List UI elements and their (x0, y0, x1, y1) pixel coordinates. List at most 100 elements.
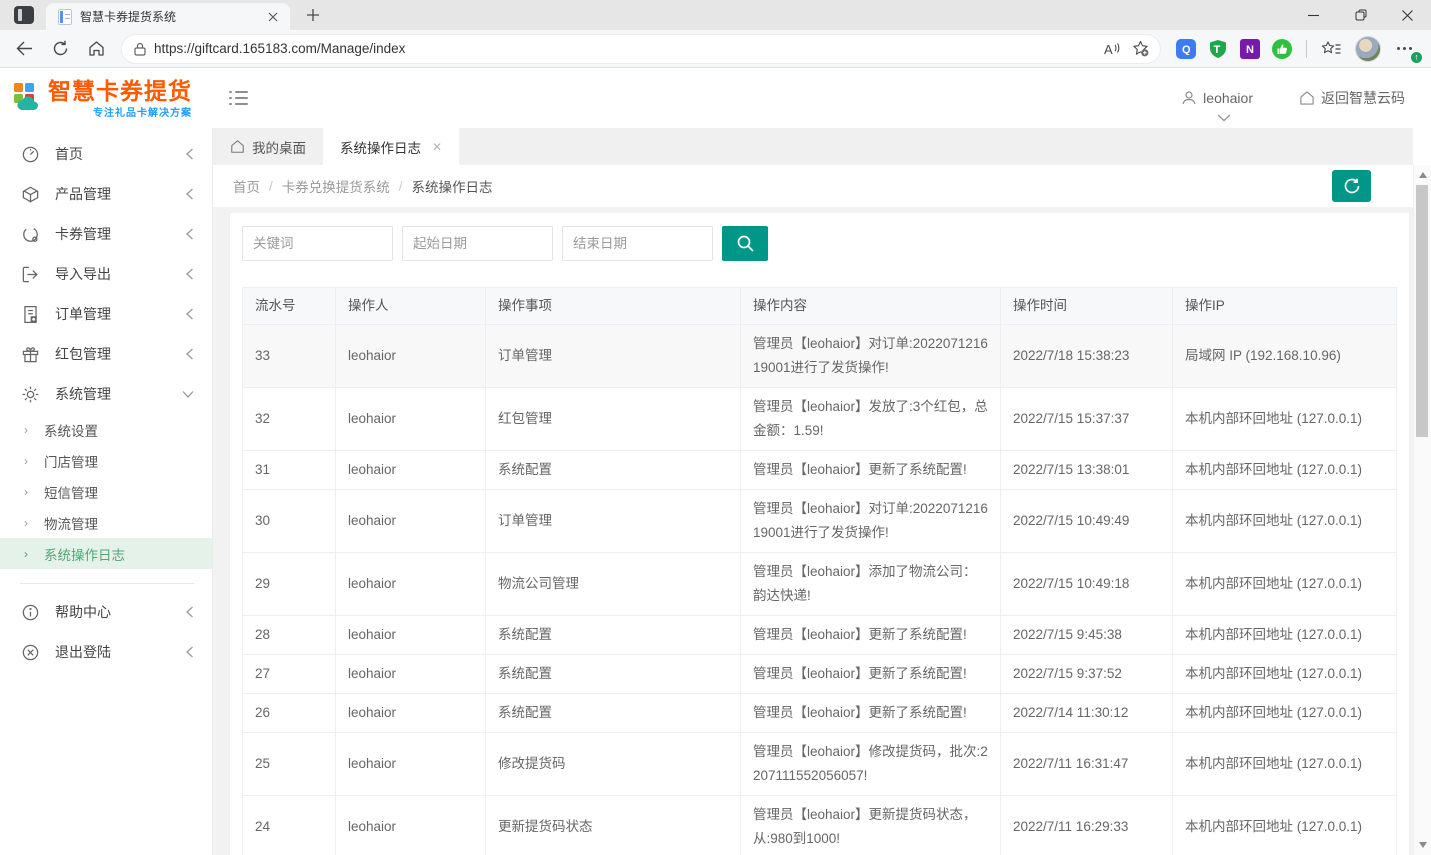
tab-close-icon[interactable]: ✕ (432, 140, 442, 154)
col-content: 操作内容 (741, 288, 1001, 325)
sidebar-item-import-export[interactable]: 导入导出 (0, 254, 212, 294)
svg-text:T: T (1214, 44, 1221, 56)
cell-serial: 24 (243, 796, 336, 855)
cell-ip: 本机内部环回地址 (127.0.0.1) (1173, 490, 1397, 553)
home-icon[interactable] (80, 33, 112, 65)
cell-time: 2022/7/15 9:37:52 (1001, 655, 1173, 694)
scroll-down-icon[interactable] (1414, 837, 1431, 853)
lock-icon (134, 42, 146, 56)
keyword-input[interactable] (242, 226, 393, 261)
sidebar-item-products[interactable]: 产品管理 (0, 174, 212, 214)
close-window-button[interactable] (1384, 0, 1431, 30)
search-icon (736, 234, 755, 253)
home-outline-icon (230, 139, 245, 154)
read-aloud-icon[interactable]: A (1098, 37, 1126, 61)
refresh-icon[interactable] (44, 33, 76, 65)
chevron-left-icon (185, 348, 194, 360)
chevron-right-icon: › (24, 547, 28, 561)
tab-title: 智慧卡券提货系统 (80, 8, 264, 25)
cell-content: 管理员【leohaior】更新提货码状态，从:980到1000! (741, 796, 1001, 855)
minimize-button[interactable] (1290, 0, 1337, 30)
chevron-right-icon: › (24, 454, 28, 468)
vertical-scrollbar[interactable] (1413, 165, 1431, 855)
red-packet-gift-icon (21, 345, 40, 364)
breadcrumb-system[interactable]: 卡券兑换提货系统 (282, 176, 390, 196)
cell-ip: 本机内部环回地址 (127.0.0.1) (1173, 733, 1397, 796)
more-menu-icon[interactable]: ↑ (1389, 34, 1419, 64)
log-table-body: 33 leohaior 订单管理 管理员【leohaior】对订单:202207… (243, 325, 1397, 855)
log-table: 流水号 操作人 操作事项 操作内容 操作时间 操作IP 33 leohaior … (242, 287, 1397, 855)
extension-thumbsup-icon[interactable] (1266, 34, 1298, 64)
order-doc-icon (21, 305, 40, 324)
new-tab-button[interactable] (300, 2, 326, 28)
page-tabbar: 我的桌面 系统操作日志 ✕ (213, 128, 1431, 165)
return-home-link[interactable]: 返回智慧云码 (1299, 88, 1405, 108)
sidebar-item-system[interactable]: 系统管理 (0, 374, 212, 414)
sidebar-item-red-packets[interactable]: 红包管理 (0, 334, 212, 374)
col-operator: 操作人 (336, 288, 486, 325)
cell-content: 管理员【leohaior】更新了系统配置! (741, 451, 1001, 490)
search-button[interactable] (722, 226, 768, 261)
extension-onenote-icon[interactable]: N (1234, 34, 1266, 64)
sidebar-item-help[interactable]: 帮助中心 (0, 592, 212, 632)
cell-time: 2022/7/15 10:49:18 (1001, 553, 1173, 616)
favorites-bar-icon[interactable] (1315, 34, 1347, 64)
add-favorite-star-icon[interactable] (1126, 37, 1154, 61)
address-bar[interactable]: https://giftcard.165183.com/Manage/index… (122, 35, 1160, 63)
sidebar-toggle-icon[interactable] (229, 88, 253, 108)
restore-button[interactable] (1337, 0, 1384, 30)
product-box-icon (21, 185, 40, 204)
cell-ip: 本机内部环回地址 (127.0.0.1) (1173, 553, 1397, 616)
sidebar-item-home[interactable]: 首页 (0, 134, 212, 174)
app-header: 智慧卡券提货 专注礼品卡解决方案 leohaior 返回智慧云码 (0, 68, 1431, 128)
chevron-left-icon (185, 188, 194, 200)
chevron-down-icon[interactable] (1217, 114, 1231, 122)
back-icon[interactable] (8, 33, 40, 65)
sidebar-item-coupons[interactable]: 卡券管理 (0, 214, 212, 254)
browser-tab[interactable]: 智慧卡券提货系统 (46, 3, 290, 30)
table-row: 27 leohaior 系统配置 管理员【leohaior】更新了系统配置! 2… (243, 655, 1397, 694)
extension-q-icon[interactable]: Q (1170, 34, 1202, 64)
tab-close-icon[interactable] (264, 8, 282, 26)
sidebar-subitem-logistics-management[interactable]: › 物流管理 (0, 507, 212, 538)
url-text: https://giftcard.165183.com/Manage/index (154, 41, 1098, 56)
sidebar-subitem-sms-management[interactable]: › 短信管理 (0, 476, 212, 507)
chevron-down-icon (182, 390, 194, 399)
profile-avatar[interactable] (1355, 36, 1381, 62)
cell-ip: 本机内部环回地址 (127.0.0.1) (1173, 796, 1397, 855)
cell-operator: leohaior (336, 796, 486, 855)
cell-time: 2022/7/15 13:38:01 (1001, 451, 1173, 490)
tab-my-desktop[interactable]: 我的桌面 (213, 128, 323, 165)
sidebar-subitem-system-settings[interactable]: › 系统设置 (0, 414, 212, 445)
page-favicon-icon (58, 9, 72, 25)
sidebar-subitem-system-logs[interactable]: › 系统操作日志 (0, 538, 212, 569)
cell-serial: 25 (243, 733, 336, 796)
cell-category: 系统配置 (486, 451, 741, 490)
cell-operator: leohaior (336, 553, 486, 616)
sidebar-subitem-store-management[interactable]: › 门店管理 (0, 445, 212, 476)
tab-actions-menu-icon[interactable] (14, 6, 34, 24)
col-time: 操作时间 (1001, 288, 1173, 325)
home-outline-icon (1299, 90, 1315, 106)
user-menu[interactable]: leohaior (1181, 90, 1253, 106)
cell-category: 系统配置 (486, 655, 741, 694)
ellipsis-dots (1397, 47, 1412, 50)
cell-operator: leohaior (336, 733, 486, 796)
breadcrumb-home[interactable]: 首页 (233, 176, 260, 196)
sidebar-divider (20, 583, 194, 584)
cell-content: 管理员【leohaior】添加了物流公司：韵达快递! (741, 553, 1001, 616)
start-date-input[interactable] (402, 226, 553, 261)
refresh-icon (1343, 177, 1361, 195)
end-date-input[interactable] (562, 226, 713, 261)
extension-shield-icon[interactable]: T (1202, 34, 1234, 64)
refresh-page-button[interactable] (1332, 170, 1371, 202)
sidebar-item-logout[interactable]: 退出登陆 (0, 632, 212, 672)
sidebar-item-orders[interactable]: 订单管理 (0, 294, 212, 334)
chevron-right-icon: › (24, 516, 28, 530)
cell-operator: leohaior (336, 451, 486, 490)
cell-operator: leohaior (336, 490, 486, 553)
scrollbar-thumb[interactable] (1416, 185, 1428, 437)
cell-ip: 本机内部环回地址 (127.0.0.1) (1173, 451, 1397, 490)
tab-system-logs[interactable]: 系统操作日志 ✕ (323, 128, 459, 165)
scroll-up-icon[interactable] (1414, 167, 1431, 183)
